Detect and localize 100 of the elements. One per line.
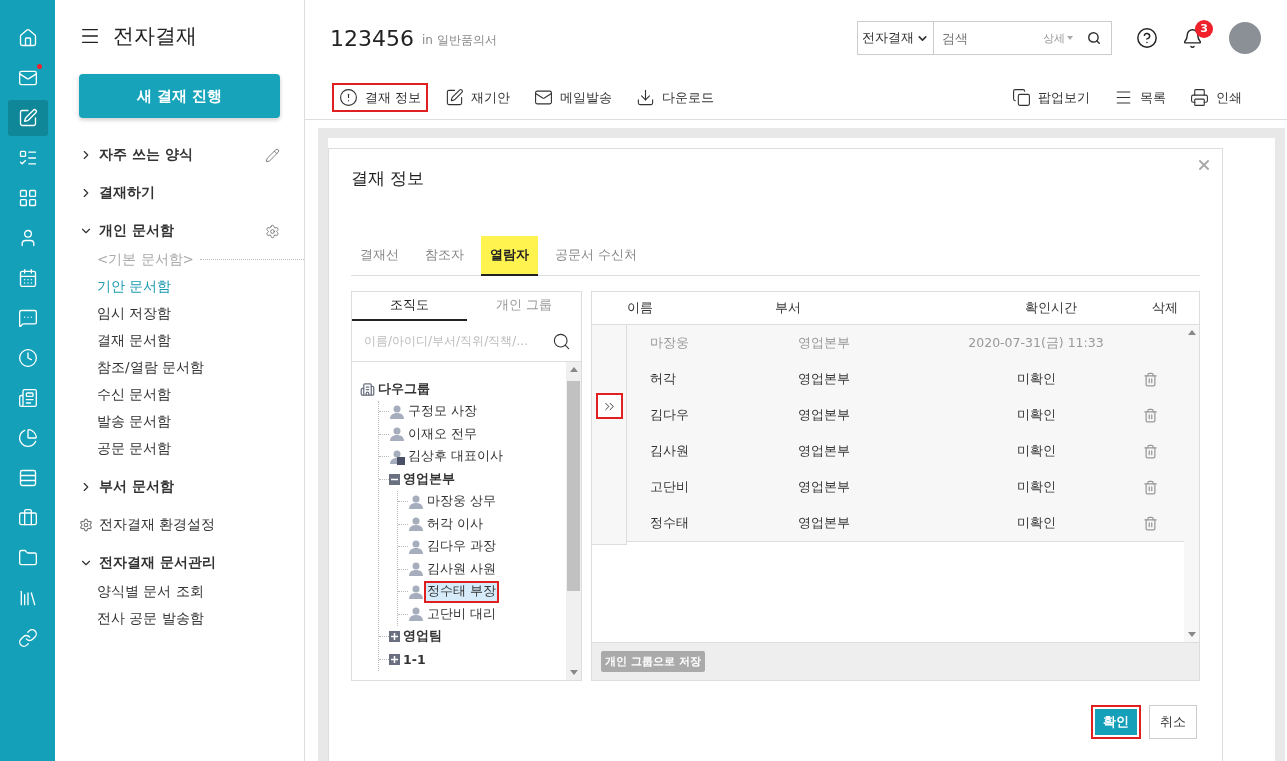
person-icon	[389, 403, 405, 420]
table-cell-text: 미확인	[1015, 478, 1057, 496]
building-icon[interactable]	[360, 381, 375, 397]
close-button[interactable]	[1196, 157, 1212, 173]
list-icon	[17, 148, 38, 168]
user-avatar[interactable]	[1229, 22, 1261, 54]
notification-badge: 3	[1195, 19, 1213, 38]
tree-node[interactable]: 고단비 대리	[424, 603, 499, 626]
toolbar-button[interactable]: 인쇄	[1183, 83, 1249, 112]
dialog-tab[interactable]: 공문서 수신처	[546, 236, 647, 276]
cancel-button[interactable]: 취소	[1149, 705, 1197, 739]
column-header: 이름	[627, 299, 654, 317]
tree-node[interactable]: 이재오 전무	[405, 423, 480, 446]
document-form: in 일반품의서	[422, 31, 498, 49]
tree-node[interactable]: 영업본부	[400, 468, 458, 491]
dialog-tab[interactable]: 결재선	[351, 236, 408, 276]
pencil-icon[interactable]	[265, 147, 280, 163]
bell-icon	[1182, 27, 1203, 49]
add-viewer-button[interactable]	[595, 393, 623, 419]
sidebar-item[interactable]: 참조/열람 문서함	[97, 354, 204, 381]
delete-button[interactable]	[1142, 515, 1158, 531]
person-icon	[408, 516, 424, 533]
table-cell-text: 영업본부	[798, 406, 851, 424]
print-icon	[1190, 88, 1209, 107]
list-icon	[1114, 88, 1133, 107]
sidebar-group[interactable]: 자주 쓰는 양식	[99, 146, 259, 164]
sidebar-title: 전자결재	[113, 23, 197, 50]
toolbar-button[interactable]: 재기안	[438, 83, 518, 112]
table-cell-text: 영업본부	[798, 334, 851, 352]
alert-circle-icon	[339, 88, 358, 107]
mail-icon	[17, 68, 38, 88]
sidebar-group[interactable]: 부서 문서함	[99, 478, 280, 496]
person-icon	[408, 583, 424, 600]
tree-node[interactable]: 영업팀	[400, 625, 445, 648]
trash-icon	[1142, 443, 1158, 459]
tree-node[interactable]: 김상후 대표이사	[405, 445, 506, 468]
tree-node[interactable]: 다우그룹	[375, 378, 433, 401]
trash-icon	[1142, 515, 1158, 531]
rail-button[interactable]	[7, 100, 48, 136]
toolbar-button[interactable]: 팝업보기	[1005, 83, 1097, 112]
toolbar-button[interactable]: 결재 정보	[332, 83, 429, 112]
toolbar-button[interactable]: 메일발송	[527, 83, 620, 112]
notification-button[interactable]	[1182, 27, 1203, 49]
column-header: 확인시간	[1024, 299, 1078, 317]
table-cell-text: 미확인	[1015, 442, 1057, 460]
table-cell-text: 미확인	[1015, 514, 1057, 532]
collapse-icon[interactable]	[389, 473, 400, 485]
sidebar-group[interactable]: 개인 문서함	[99, 222, 259, 240]
sidebar-item[interactable]: 임시 저장함	[97, 300, 172, 327]
table-cell-text: 마장웅	[650, 334, 690, 352]
search-icon[interactable]	[1087, 31, 1101, 45]
sidebar-item[interactable]: 결재 문서함	[97, 327, 172, 354]
envelope-icon	[534, 88, 554, 107]
toolbar-button[interactable]: 목록	[1107, 83, 1173, 112]
tree-node[interactable]: 허각 이사	[424, 513, 486, 536]
grid-icon	[17, 188, 38, 208]
tree-node[interactable]: 1-1	[400, 648, 429, 671]
search-icon[interactable]	[552, 331, 571, 351]
dialog-title: 결재 정보	[351, 167, 426, 190]
expand-icon[interactable]	[389, 631, 400, 643]
table-cell-text: 2020-07-31(금) 11:33	[967, 334, 1105, 352]
sidebar-group[interactable]: 전자결재 문서관리	[99, 554, 280, 572]
pen-square-icon	[17, 108, 38, 128]
column-header: 부서	[775, 299, 802, 317]
tree-node[interactable]: 김다우 과장	[424, 535, 499, 558]
briefcase-icon	[17, 508, 38, 528]
trash-icon	[1142, 407, 1158, 423]
toolbar-button[interactable]: 다운로드	[629, 83, 722, 112]
delete-button[interactable]	[1142, 479, 1158, 495]
sidebar-item[interactable]: 발송 문서함	[97, 408, 172, 435]
pen-icon	[445, 88, 465, 107]
settings-icon	[79, 518, 93, 532]
help-button[interactable]	[1136, 27, 1158, 49]
tree-node[interactable]: 정수태 부장	[424, 580, 499, 603]
tree-node[interactable]: 마장웅 상무	[424, 490, 499, 513]
settings-icon[interactable]	[265, 223, 280, 239]
dialog-tab[interactable]: 열람자	[481, 236, 538, 276]
tree-node[interactable]: 김사원 사원	[424, 558, 499, 581]
person-icon	[408, 561, 424, 578]
document-icon	[17, 388, 38, 408]
document-number: 123456	[330, 25, 414, 51]
trash-icon	[1142, 479, 1158, 495]
sidebar-item[interactable]: 전사 공문 발송함	[97, 605, 204, 632]
dialog-tab[interactable]: 참조자	[416, 236, 473, 276]
sidebar-item[interactable]: 양식별 문서 조회	[97, 578, 204, 605]
home-icon	[17, 28, 38, 48]
pie-chart-icon	[17, 428, 38, 448]
delete-button[interactable]	[1142, 407, 1158, 423]
person-icon	[389, 426, 405, 443]
delete-button[interactable]	[1142, 443, 1158, 459]
delete-button[interactable]	[1142, 371, 1158, 387]
sidebar-item[interactable]: 수신 문서함	[97, 381, 172, 408]
sidebar-item[interactable]: 공문 문서함	[97, 435, 172, 462]
table-cell-text: 영업본부	[798, 370, 851, 388]
table-cell-text: 허각	[650, 370, 677, 388]
sidebar-group[interactable]: 결재하기	[99, 184, 280, 202]
settings-link[interactable]: 전자결재 환경설정	[99, 516, 280, 534]
folder-icon	[17, 548, 38, 568]
tree-node[interactable]: 구정모 사장	[405, 400, 480, 423]
expand-icon[interactable]	[389, 653, 400, 665]
